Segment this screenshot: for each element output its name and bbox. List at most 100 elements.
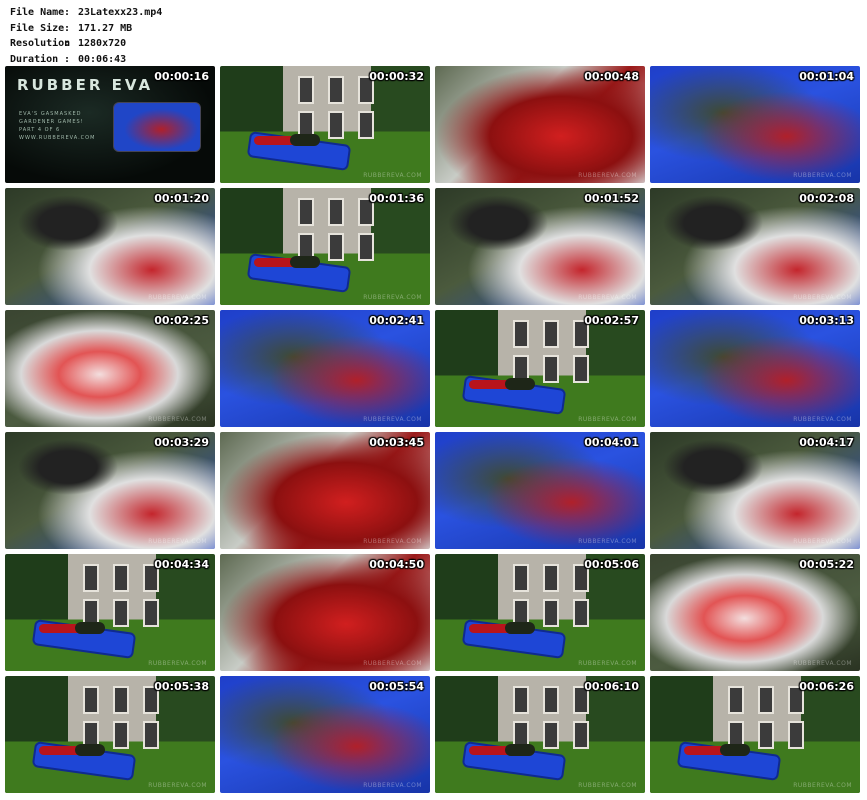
watermark: RUBBEREVA.COM — [793, 416, 852, 423]
resolution-value: 1280x720 — [78, 38, 127, 49]
video-thumbnail[interactable]: RUBBEREVA.COM 00:06:10 — [435, 676, 645, 793]
video-thumbnail[interactable]: RUBBEREVA.COM 00:01:36 — [220, 188, 430, 305]
building-window — [513, 320, 529, 348]
video-thumbnail[interactable]: RUBBEREVA.COM 00:02:25 — [5, 310, 215, 427]
file-size-value: 171.27 MB — [78, 22, 133, 34]
file-info-row: Resolution: 1280x720 — [10, 36, 162, 52]
thumbnail-image — [435, 554, 645, 671]
watermark: RUBBEREVA.COM — [578, 416, 637, 423]
file-info-panel: File Name: 23Latexx23.mp4 File Size: 171… — [10, 5, 162, 67]
watermark: RUBBEREVA.COM — [578, 294, 637, 301]
building-window — [788, 721, 804, 749]
thumbnail-image — [220, 310, 430, 427]
building-window — [113, 599, 129, 627]
watermark: RUBBEREVA.COM — [578, 172, 637, 179]
video-thumbnail[interactable]: RUBBEREVA.COM 00:04:01 — [435, 432, 645, 549]
watermark: RUBBEREVA.COM — [578, 660, 637, 667]
watermark: RUBBEREVA.COM — [363, 782, 422, 789]
thumbnail-image — [220, 432, 430, 549]
video-thumbnail[interactable]: RUBBEREVA.COM 00:05:22 — [650, 554, 860, 671]
watermark: RUBBEREVA.COM — [793, 172, 852, 179]
thumbnail-image — [435, 310, 645, 427]
building-window — [358, 233, 374, 261]
building-window — [328, 198, 344, 226]
timestamp-label: 00:04:01 — [584, 436, 639, 449]
video-thumbnail[interactable]: RUBBEREVA.COM 00:04:50 — [220, 554, 430, 671]
thumbnail-grid: RUBBER EVA EVA'S GASMASKED GARDENER GAMES!… — [5, 66, 862, 796]
figure-dark — [505, 378, 535, 390]
timestamp-label: 00:05:22 — [799, 558, 854, 571]
video-thumbnail[interactable]: RUBBEREVA.COM 00:05:38 — [5, 676, 215, 793]
thumbnail-image — [650, 310, 860, 427]
duration-label: Duration — [10, 53, 59, 65]
thumbnail-image — [5, 432, 215, 549]
video-thumbnail[interactable]: RUBBEREVA.COM 00:03:45 — [220, 432, 430, 549]
timestamp-label: 00:00:32 — [369, 70, 424, 83]
building-window — [573, 599, 589, 627]
figure-dark — [75, 622, 105, 634]
watermark: RUBBEREVA.COM — [148, 538, 207, 545]
thumbnail-image — [650, 66, 860, 183]
building-window — [543, 355, 559, 383]
watermark: RUBBEREVA.COM — [148, 782, 207, 789]
video-thumbnail[interactable]: RUBBEREVA.COM 00:06:26 — [650, 676, 860, 793]
building-window — [573, 721, 589, 749]
building-window — [298, 76, 314, 104]
thumbnail-image — [5, 310, 215, 427]
title-card-subtitle: EVA'S GASMASKED GARDENER GAMES! PART 4 OF … — [19, 110, 95, 142]
timestamp-label: 00:06:26 — [799, 680, 854, 693]
building-window — [143, 599, 159, 627]
thumbnail-image — [650, 432, 860, 549]
building-window — [83, 564, 99, 592]
watermark: RUBBEREVA.COM — [793, 660, 852, 667]
building-window — [143, 721, 159, 749]
building-window — [328, 233, 344, 261]
watermark: RUBBEREVA.COM — [148, 294, 207, 301]
thumbnail-image — [220, 188, 430, 305]
video-thumbnail[interactable]: RUBBEREVA.COM 00:05:06 — [435, 554, 645, 671]
video-thumbnail[interactable]: RUBBEREVA.COM 00:00:48 — [435, 66, 645, 183]
file-size-label: File Size — [10, 22, 65, 34]
building-window — [573, 355, 589, 383]
video-thumbnail[interactable]: RUBBEREVA.COM 00:01:20 — [5, 188, 215, 305]
file-info-row: File Size: 171.27 MB — [10, 21, 162, 37]
building-window — [113, 564, 129, 592]
video-thumbnail[interactable]: RUBBEREVA.COM 00:02:57 — [435, 310, 645, 427]
video-thumbnail[interactable]: RUBBEREVA.COM 00:04:17 — [650, 432, 860, 549]
watermark: RUBBEREVA.COM — [363, 416, 422, 423]
timestamp-label: 00:00:48 — [584, 70, 639, 83]
thumbnail-image — [650, 554, 860, 671]
building-window — [513, 564, 529, 592]
title-card-line: WWW.RUBBEREVA.COM — [19, 135, 96, 141]
video-thumbnail[interactable]: RUBBEREVA.COM 00:01:04 — [650, 66, 860, 183]
video-thumbnail[interactable]: RUBBEREVA.COM 00:02:41 — [220, 310, 430, 427]
timestamp-label: 00:06:10 — [584, 680, 639, 693]
video-thumbnail[interactable]: RUBBEREVA.COM 00:05:54 — [220, 676, 430, 793]
video-thumbnail[interactable]: RUBBEREVA.COM 00:00:32 — [220, 66, 430, 183]
figure-dark — [75, 744, 105, 756]
figure-dark — [505, 744, 535, 756]
file-info-row: File Name: 23Latexx23.mp4 — [10, 5, 162, 21]
thumbnail-image: RUBBER EVA EVA'S GASMASKED GARDENER GAMES!… — [5, 66, 215, 183]
video-thumbnail[interactable]: RUBBEREVA.COM 00:04:34 — [5, 554, 215, 671]
figure-dark — [505, 622, 535, 634]
video-thumbnail[interactable]: RUBBEREVA.COM 00:02:08 — [650, 188, 860, 305]
video-thumbnail[interactable]: RUBBEREVA.COM 00:03:13 — [650, 310, 860, 427]
building-window — [113, 686, 129, 714]
watermark: RUBBEREVA.COM — [363, 294, 422, 301]
building-window — [513, 686, 529, 714]
building-window — [328, 76, 344, 104]
video-thumbnail[interactable]: RUBBEREVA.COM 00:01:52 — [435, 188, 645, 305]
watermark: RUBBEREVA.COM — [363, 172, 422, 179]
building-window — [358, 111, 374, 139]
video-thumbnail[interactable]: RUBBER EVA EVA'S GASMASKED GARDENER GAMES!… — [5, 66, 215, 183]
file-name-label: File Name — [10, 7, 65, 18]
video-thumbnail[interactable]: RUBBEREVA.COM 00:03:29 — [5, 432, 215, 549]
timestamp-label: 00:02:41 — [369, 314, 424, 327]
watermark: RUBBEREVA.COM — [793, 294, 852, 301]
thumbnail-image — [435, 676, 645, 793]
timestamp-label: 00:01:52 — [584, 192, 639, 205]
file-name-value: 23Latexx23.mp4 — [78, 7, 163, 18]
building-window — [728, 686, 744, 714]
watermark: RUBBEREVA.COM — [793, 782, 852, 789]
